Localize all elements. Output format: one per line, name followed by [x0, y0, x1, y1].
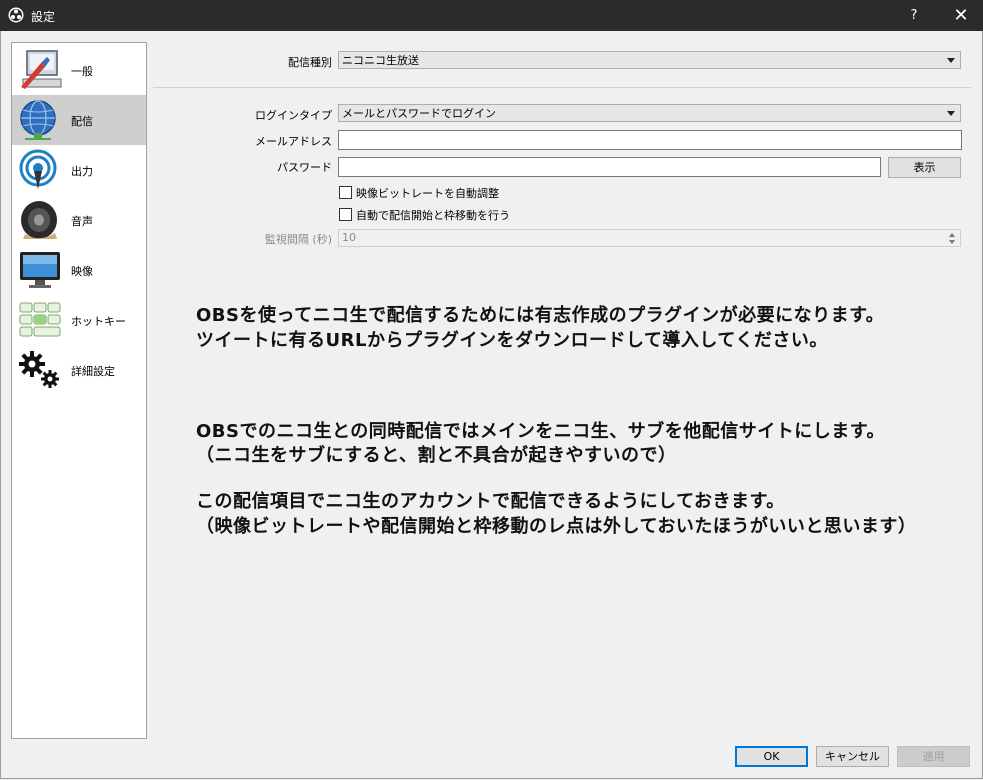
settings-sidebar: 一般 配信 出力 音声 映像 ホットキー 詳細設定	[11, 42, 147, 739]
bitrate-checkbox-label: 映像ビットレートを自動調整	[356, 187, 499, 200]
annotation-line-5: この配信項目でニコ生のアカウントで配信できるようにしておきます。	[196, 491, 785, 512]
sidebar-item-label: 映像	[71, 265, 93, 278]
close-button[interactable]: ✕	[941, 3, 981, 29]
show-password-button[interactable]: 表示	[888, 157, 961, 178]
sidebar-item-label: 詳細設定	[71, 365, 115, 378]
annotation-line-3: OBSでのニコ生との同時配信ではメインをニコ生、サブを他配信サイトにします。	[196, 421, 886, 442]
window-title: 設定	[31, 10, 56, 24]
login-type-label: ログインタイプ	[255, 109, 332, 122]
sidebar-item-hotkeys[interactable]: ホットキー	[12, 295, 146, 345]
annotation-line-2: ツイートに有るURLからプラグインをダウンロードして導入してください。	[196, 330, 828, 351]
service-label: 配信種別	[288, 56, 332, 69]
interval-value: 10	[342, 231, 356, 244]
annotation-line-1: OBSを使ってニコ生で配信するためには有志作成のプラグインが必要になります。	[196, 305, 885, 326]
spin-down-icon	[949, 240, 955, 244]
ok-button[interactable]: OK	[735, 746, 808, 767]
spin-up-icon	[949, 233, 955, 237]
login-type-select[interactable]: メールとパスワードでログイン	[338, 104, 961, 122]
stream-globe-icon	[20, 100, 56, 140]
bitrate-checkbox[interactable]	[339, 186, 352, 199]
password-field[interactable]	[338, 157, 881, 177]
sidebar-item-label: 出力	[71, 165, 93, 178]
apply-button[interactable]: 適用	[897, 746, 970, 767]
interval-label: 監視間隔 (秒)	[264, 233, 332, 246]
annotation-line-4: （ニコ生をサブにすると、割と不具合が起きやすいので）	[196, 445, 677, 466]
general-icon	[21, 50, 62, 89]
sidebar-item-label: 一般	[71, 65, 93, 78]
sidebar-item-label: 音声	[71, 215, 93, 228]
password-label: パスワード	[277, 161, 332, 174]
chevron-down-icon	[947, 111, 955, 116]
login-type-value: メールとパスワードでログイン	[342, 107, 496, 120]
keyboard-icon	[19, 302, 61, 337]
title-bar: 設定 ? ✕	[0, 0, 983, 31]
service-select[interactable]: ニコニコ生放送	[338, 51, 961, 69]
sidebar-item-label: ホットキー	[71, 315, 126, 328]
autostart-checkbox-label: 自動で配信開始と枠移動を行う	[356, 209, 510, 222]
interval-spinbox: 10	[338, 229, 961, 247]
cancel-button[interactable]: キャンセル	[816, 746, 889, 767]
gears-icon	[19, 351, 59, 388]
sidebar-item-general[interactable]: 一般	[12, 45, 146, 95]
output-antenna-icon	[19, 149, 57, 189]
speaker-icon	[21, 201, 57, 239]
sidebar-item-output[interactable]: 出力	[12, 145, 146, 195]
sidebar-item-audio[interactable]: 音声	[12, 195, 146, 245]
chevron-down-icon	[947, 58, 955, 63]
email-field[interactable]	[338, 130, 962, 150]
email-label: メールアドレス	[255, 135, 332, 148]
service-select-value: ニコニコ生放送	[342, 54, 419, 67]
sidebar-item-stream[interactable]: 配信	[12, 95, 146, 145]
obs-logo-icon	[8, 7, 24, 23]
autostart-checkbox[interactable]	[339, 208, 352, 221]
annotation-line-6: （映像ビットレートや配信開始と枠移動のレ点は外しておいたほうがいいと思います）	[196, 516, 917, 537]
section-divider	[153, 87, 971, 88]
monitor-icon	[20, 252, 60, 288]
sidebar-item-video[interactable]: 映像	[12, 245, 146, 295]
help-button[interactable]: ?	[898, 4, 930, 28]
sidebar-item-advanced[interactable]: 詳細設定	[12, 345, 146, 395]
sidebar-item-label: 配信	[71, 115, 93, 128]
